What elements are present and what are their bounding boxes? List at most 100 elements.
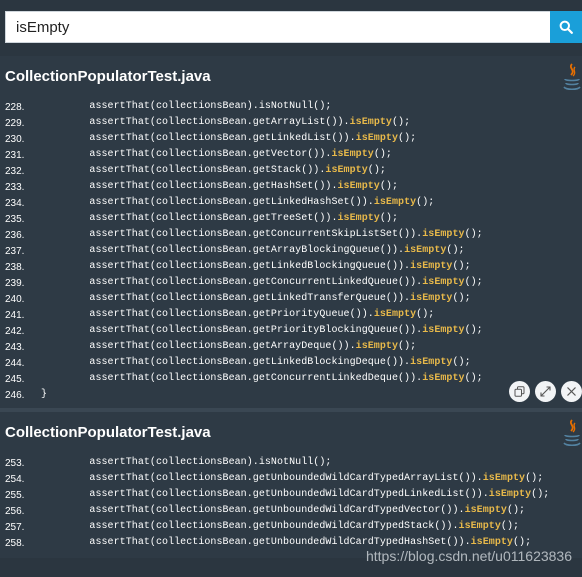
code-segment: (); bbox=[464, 373, 483, 384]
line-number: 237. bbox=[5, 246, 25, 257]
code-segment: (); bbox=[531, 489, 550, 500]
code-text: assertThat(collectionsBean).isNotNull(); bbox=[41, 101, 331, 112]
match-highlight: isEmpty bbox=[410, 357, 453, 368]
match-highlight: isEmpty bbox=[337, 213, 380, 224]
code-segment: (); bbox=[452, 293, 471, 304]
search-button[interactable] bbox=[550, 11, 582, 43]
code-segment: assertThat(collectionsBean.getArrayDeque… bbox=[41, 341, 356, 352]
code-line: 253. assertThat(collectionsBean).isNotNu… bbox=[0, 456, 582, 472]
code-line: 235. assertThat(collectionsBean.getTreeS… bbox=[0, 212, 582, 228]
code-text: } bbox=[41, 389, 47, 400]
close-icon bbox=[567, 387, 576, 396]
code-segment: (); bbox=[500, 521, 520, 532]
copy-button[interactable] bbox=[509, 381, 530, 402]
line-number: 242. bbox=[5, 326, 25, 337]
line-number: 254. bbox=[5, 474, 25, 485]
code-segment: (); bbox=[452, 261, 471, 272]
code-segment: assertThat(collectionsBean.getUnboundedW… bbox=[41, 505, 465, 516]
search-result-card: CollectionPopulatorTest.java 253. assert… bbox=[0, 412, 582, 558]
code-line: 233. assertThat(collectionsBean.getHashS… bbox=[0, 180, 582, 196]
code-segment: assertThat(collectionsBean.getConcurrent… bbox=[41, 277, 423, 288]
result-file-title[interactable]: CollectionPopulatorTest.java bbox=[5, 68, 211, 85]
code-segment: (); bbox=[367, 165, 386, 176]
code-text: assertThat(collectionsBean.getUnboundedW… bbox=[41, 521, 519, 532]
code-line: 256. assertThat(collectionsBean.getUnbou… bbox=[0, 504, 582, 520]
code-line: 228. assertThat(collectionsBean).isNotNu… bbox=[0, 100, 582, 116]
line-number: 230. bbox=[5, 134, 25, 145]
line-number: 243. bbox=[5, 342, 25, 353]
match-highlight: isEmpty bbox=[325, 165, 368, 176]
code-text: assertThat(collectionsBean.getStack()).i… bbox=[41, 165, 386, 176]
code-segment: (); bbox=[446, 245, 465, 256]
code-segment: } bbox=[41, 389, 48, 400]
code-text: assertThat(collectionsBean.getUnboundedW… bbox=[41, 537, 531, 548]
result-file-title[interactable]: CollectionPopulatorTest.java bbox=[5, 424, 211, 441]
code-segment: assertThat(collectionsBean.getUnboundedW… bbox=[41, 537, 471, 548]
code-segment: assertThat(collectionsBean.getUnboundedW… bbox=[41, 489, 489, 500]
line-number: 228. bbox=[5, 102, 25, 113]
line-number: 239. bbox=[5, 278, 25, 289]
code-text: assertThat(collectionsBean.getTreeSet())… bbox=[41, 213, 398, 224]
line-number: 246. bbox=[5, 390, 25, 401]
line-number: 255. bbox=[5, 490, 25, 501]
code-segment: assertThat(collectionsBean).isNotNull(); bbox=[41, 457, 332, 468]
code-segment: assertThat(collectionsBean).isNotNull(); bbox=[41, 101, 332, 112]
match-highlight: isEmpty bbox=[482, 473, 526, 484]
line-number: 235. bbox=[5, 214, 25, 225]
search-bar bbox=[0, 0, 582, 53]
code-segment: (); bbox=[398, 341, 417, 352]
line-number: 256. bbox=[5, 506, 25, 517]
code-line: 243. assertThat(collectionsBean.getArray… bbox=[0, 340, 582, 356]
expand-icon bbox=[540, 386, 551, 397]
line-number: 236. bbox=[5, 230, 25, 241]
code-text: assertThat(collectionsBean.getLinkedBloc… bbox=[41, 357, 471, 368]
code-segment: (); bbox=[379, 181, 399, 192]
match-highlight: isEmpty bbox=[404, 245, 447, 256]
match-highlight: isEmpty bbox=[422, 229, 465, 240]
line-number: 258. bbox=[5, 538, 25, 549]
code-line: 239. assertThat(collectionsBean.getConcu… bbox=[0, 276, 582, 292]
code-segment: assertThat(collectionsBean.getLinkedHash… bbox=[41, 197, 374, 208]
code-segment: assertThat(collectionsBean.getPriorityBl… bbox=[41, 325, 423, 336]
line-number: 257. bbox=[5, 522, 25, 533]
code-segment: (); bbox=[416, 309, 435, 320]
match-highlight: isEmpty bbox=[488, 489, 532, 500]
code-text: assertThat(collectionsBean.getPriorityBl… bbox=[41, 325, 483, 336]
code-text: assertThat(collectionsBean.getConcurrent… bbox=[41, 229, 483, 240]
line-number: 244. bbox=[5, 358, 25, 369]
code-segment: assertThat(collectionsBean.getLinkedTran… bbox=[41, 293, 411, 304]
code-text: assertThat(collectionsBean.getArrayDeque… bbox=[41, 341, 416, 352]
close-button[interactable] bbox=[561, 381, 582, 402]
code-line: 241. assertThat(collectionsBean.getPrior… bbox=[0, 308, 582, 324]
code-line: 232. assertThat(collectionsBean.getStack… bbox=[0, 164, 582, 180]
match-highlight: isEmpty bbox=[410, 261, 453, 272]
code-segment: (); bbox=[452, 357, 471, 368]
code-line: 240. assertThat(collectionsBean.getLinke… bbox=[0, 292, 582, 308]
code-segment: assertThat(collectionsBean.getHashSet())… bbox=[41, 181, 338, 192]
code-segment: assertThat(collectionsBean.getUnboundedW… bbox=[41, 521, 459, 532]
line-number: 232. bbox=[5, 166, 25, 177]
search-result-card: CollectionPopulatorTest.java 228. assert… bbox=[0, 56, 582, 408]
code-segment: assertThat(collectionsBean.getUnboundedW… bbox=[41, 473, 483, 484]
match-highlight: isEmpty bbox=[422, 373, 465, 384]
match-highlight: isEmpty bbox=[458, 521, 501, 532]
code-segment: (); bbox=[464, 325, 483, 336]
code-line: 236. assertThat(collectionsBean.getConcu… bbox=[0, 228, 582, 244]
match-highlight: isEmpty bbox=[373, 197, 417, 208]
code-segment: (); bbox=[506, 505, 526, 516]
code-segment: (); bbox=[512, 537, 532, 548]
match-highlight: isEmpty bbox=[422, 325, 465, 336]
code-text: assertThat(collectionsBean.getLinkedTran… bbox=[41, 293, 471, 304]
search-input[interactable] bbox=[5, 11, 550, 43]
result-actions bbox=[509, 381, 582, 403]
match-highlight: isEmpty bbox=[422, 277, 465, 288]
expand-button[interactable] bbox=[535, 381, 556, 402]
line-number: 238. bbox=[5, 262, 25, 273]
code-line: 238. assertThat(collectionsBean.getLinke… bbox=[0, 260, 582, 276]
code-segment: assertThat(collectionsBean.getLinkedBloc… bbox=[41, 357, 411, 368]
match-highlight: isEmpty bbox=[470, 537, 513, 548]
java-icon bbox=[563, 419, 581, 447]
line-number: 234. bbox=[5, 198, 25, 209]
code-line: 255. assertThat(collectionsBean.getUnbou… bbox=[0, 488, 582, 504]
code-segment: (); bbox=[464, 277, 483, 288]
